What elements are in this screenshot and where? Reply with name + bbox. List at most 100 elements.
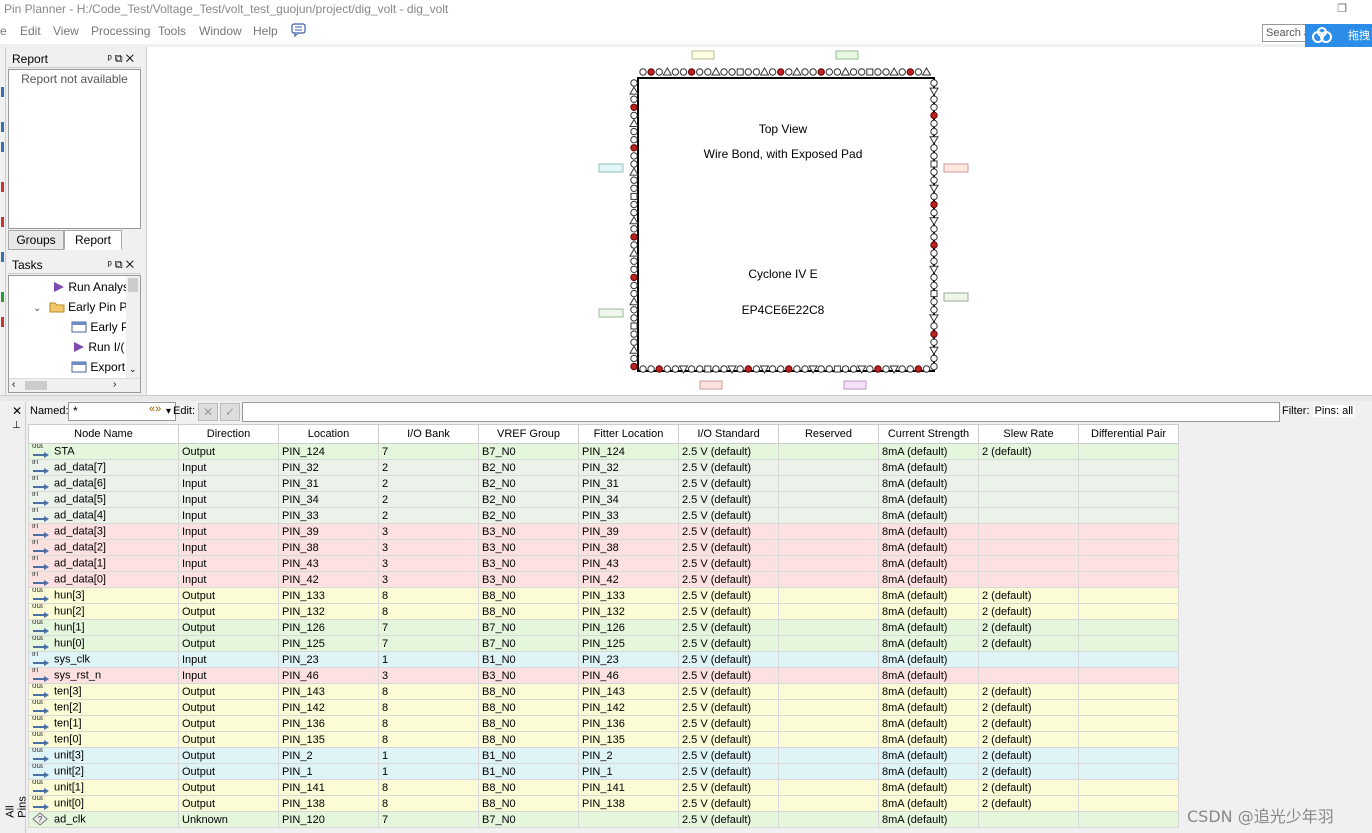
package-pin[interactable] xyxy=(882,68,890,76)
table-cell[interactable]: 2.5 V (default) xyxy=(678,491,779,508)
package-pin[interactable] xyxy=(687,68,696,76)
package-pin[interactable] xyxy=(655,365,663,373)
node-name-cell[interactable]: out unit[3] xyxy=(28,747,179,764)
package-pin[interactable] xyxy=(817,68,825,76)
table-cell[interactable]: PIN_2 xyxy=(278,747,379,764)
table-cell[interactable]: 8 xyxy=(378,731,479,748)
table-row[interactable]: in ad_data[6] Input PIN_31 2 B2_N0 PIN_31 2.5 V… xyxy=(28,475,1179,492)
package-pin[interactable] xyxy=(914,365,923,373)
menu-edit[interactable]: Edit xyxy=(20,24,41,38)
package-pin[interactable] xyxy=(736,365,744,373)
table-cell[interactable]: PIN_126 xyxy=(278,619,379,636)
table-cell[interactable]: 8 xyxy=(378,603,479,620)
accept-edit-icon[interactable]: ✓ xyxy=(220,403,240,421)
package-pin[interactable] xyxy=(662,66,673,76)
package-pin[interactable] xyxy=(630,225,638,233)
node-name-cell[interactable]: in ad_data[2] xyxy=(28,539,179,556)
table-cell[interactable]: PIN_141 xyxy=(278,779,379,796)
table-row[interactable]: out ten[2] Output PIN_142 8 B8_N0 PIN_142 2.5 V… xyxy=(28,699,1179,716)
menu-file[interactable]: e xyxy=(0,24,7,38)
table-cell[interactable]: 8mA (default) xyxy=(878,763,979,780)
node-name-cell[interactable]: in ad_data[4] xyxy=(28,507,179,524)
package-pin[interactable] xyxy=(630,160,638,168)
package-pin[interactable] xyxy=(728,68,736,76)
table-cell[interactable]: 2.5 V (default) xyxy=(678,731,779,748)
table-cell[interactable]: PIN_31 xyxy=(278,475,379,492)
table-cell[interactable]: B8_N0 xyxy=(478,603,579,620)
table-cell[interactable]: PIN_138 xyxy=(578,795,679,812)
table-row[interactable]: in ad_data[4] Input PIN_33 2 B2_N0 PIN_33 2.5 V… xyxy=(28,507,1179,524)
node-name-cell[interactable]: out hun[0] xyxy=(28,635,179,652)
package-pin[interactable] xyxy=(630,338,638,346)
node-name-cell[interactable]: in sys_rst_n xyxy=(28,667,179,684)
package-pin[interactable] xyxy=(630,184,638,193)
package-pin[interactable] xyxy=(866,68,874,76)
package-pin[interactable] xyxy=(629,167,639,176)
node-name-cell[interactable]: in sys_clk xyxy=(28,651,179,668)
table-row[interactable]: out unit[2] Output PIN_1 1 B1_N0 PIN_1 2.5 V (d… xyxy=(28,763,1179,780)
package-pin[interactable] xyxy=(671,365,680,373)
table-cell[interactable]: 2.5 V (default) xyxy=(678,603,779,620)
table-cell[interactable]: PIN_23 xyxy=(578,651,679,668)
node-name-cell[interactable]: out unit[0] xyxy=(28,795,179,812)
table-cell[interactable]: 8 xyxy=(378,795,479,812)
package-pin[interactable] xyxy=(914,68,923,76)
table-cell[interactable]: PIN_31 xyxy=(578,475,679,492)
table-cell[interactable]: Input xyxy=(178,555,279,572)
package-pin[interactable] xyxy=(629,296,639,306)
table-cell[interactable]: 2.5 V (default) xyxy=(678,507,779,524)
table-cell[interactable] xyxy=(778,491,879,508)
table-cell[interactable]: 2.5 V (default) xyxy=(678,587,779,604)
package-pin[interactable] xyxy=(704,365,712,373)
table-cell[interactable]: 2 (default) xyxy=(978,587,1079,604)
table-cell[interactable]: 2.5 V (default) xyxy=(678,699,779,716)
table-cell[interactable]: 2.5 V (default) xyxy=(678,651,779,668)
table-cell[interactable] xyxy=(1078,763,1179,780)
table-cell[interactable]: Input xyxy=(178,539,279,556)
table-cell[interactable] xyxy=(778,459,879,476)
table-cell[interactable]: PIN_42 xyxy=(278,571,379,588)
package-pin[interactable] xyxy=(930,111,938,120)
node-name-cell[interactable]: in ad_data[3] xyxy=(28,523,179,540)
table-cell[interactable]: PIN_143 xyxy=(278,683,379,700)
table-cell[interactable]: 2.5 V (default) xyxy=(678,667,779,684)
table-cell[interactable]: 8mA (default) xyxy=(878,459,979,476)
table-cell[interactable]: PIN_34 xyxy=(278,491,379,508)
table-cell[interactable]: PIN_136 xyxy=(578,715,679,732)
pane-controls[interactable]: ᵖ⧉✕ xyxy=(108,50,137,68)
table-cell[interactable]: 8mA (default) xyxy=(878,443,979,460)
package-pin[interactable] xyxy=(711,66,721,76)
table-row[interactable]: in sys_clk Input PIN_23 1 B1_N0 PIN_23 2.5 V (d… xyxy=(28,651,1179,668)
package-pin[interactable] xyxy=(630,95,638,103)
table-cell[interactable]: B3_N0 xyxy=(478,555,579,572)
table-cell[interactable]: 2.5 V (default) xyxy=(678,523,779,540)
package-pin[interactable] xyxy=(744,365,752,373)
table-cell[interactable]: PIN_39 xyxy=(578,523,679,540)
table-cell[interactable]: 8mA (default) xyxy=(878,699,979,716)
table-cell[interactable]: 8mA (default) xyxy=(878,667,979,684)
table-cell[interactable]: 7 xyxy=(378,619,479,636)
table-row[interactable]: out unit[0] Output PIN_138 8 B8_N0 PIN_138 2.5 … xyxy=(28,795,1179,812)
table-cell[interactable]: PIN_43 xyxy=(278,555,379,572)
table-cell[interactable]: B3_N0 xyxy=(478,523,579,540)
table-cell[interactable] xyxy=(778,443,879,460)
table-cell[interactable]: PIN_125 xyxy=(278,635,379,652)
table-cell[interactable] xyxy=(1078,475,1179,492)
table-row[interactable]: out hun[3] Output PIN_133 8 B8_N0 PIN_133 2.5 V… xyxy=(28,587,1179,604)
table-cell[interactable]: PIN_141 xyxy=(578,779,679,796)
table-cell[interactable]: B7_N0 xyxy=(478,811,579,828)
package-pin[interactable] xyxy=(629,86,639,95)
node-name-cell[interactable]: in ad_data[1] xyxy=(28,555,179,572)
table-cell[interactable] xyxy=(778,795,879,812)
table-cell[interactable]: 2.5 V (default) xyxy=(678,683,779,700)
table-cell[interactable]: 2 xyxy=(378,491,479,508)
table-cell[interactable] xyxy=(578,811,679,828)
table-cell[interactable] xyxy=(1078,811,1179,828)
menu-window[interactable]: Window xyxy=(199,24,242,38)
table-cell[interactable]: 3 xyxy=(378,571,479,588)
horizontal-splitter[interactable] xyxy=(0,395,1372,401)
package-pin[interactable] xyxy=(629,215,639,225)
table-cell[interactable]: B8_N0 xyxy=(478,683,579,700)
package-pin[interactable] xyxy=(833,365,841,373)
package-pin[interactable] xyxy=(630,306,638,314)
